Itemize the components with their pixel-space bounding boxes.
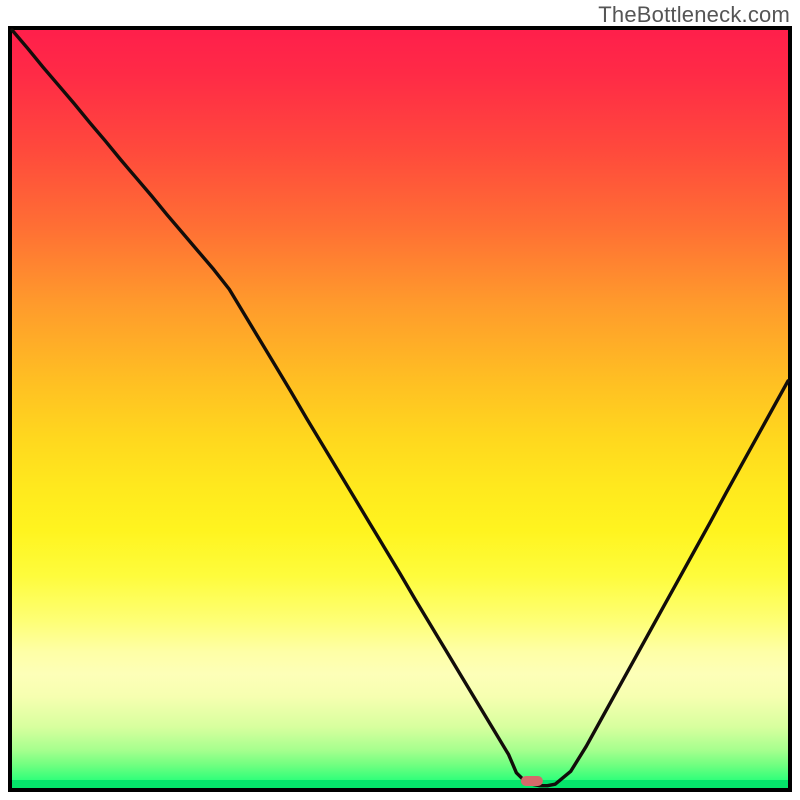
minimum-marker — [521, 776, 543, 786]
plot-area — [8, 26, 792, 792]
watermark-text: TheBottleneck.com — [598, 2, 790, 28]
chart-container: TheBottleneck.com — [0, 0, 800, 800]
bottleneck-curve — [12, 30, 788, 786]
curve-layer — [12, 30, 788, 788]
